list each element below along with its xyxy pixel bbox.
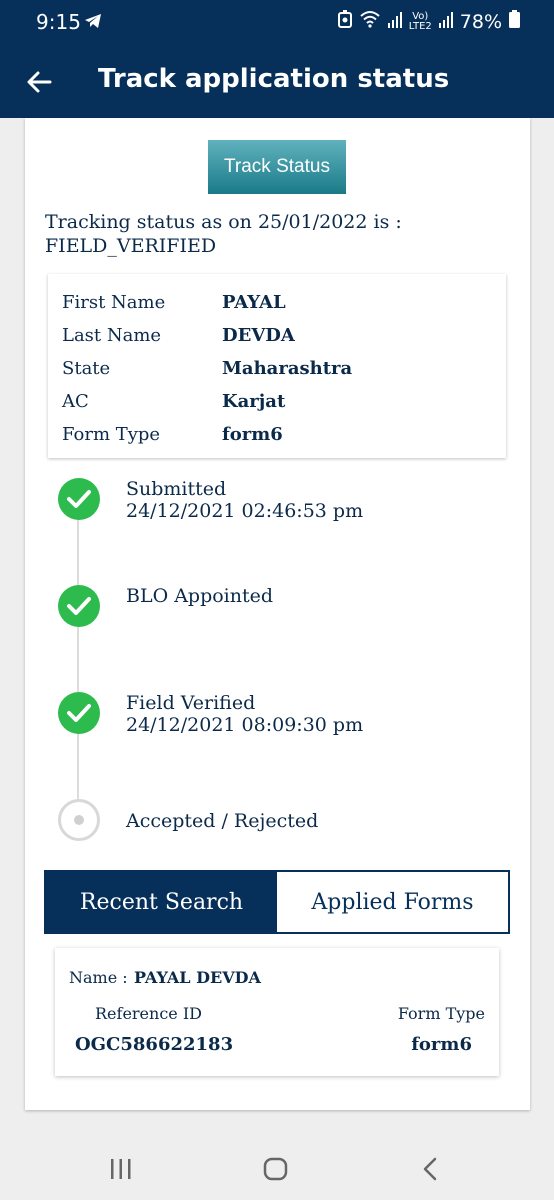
reference-id-label: Reference ID [95,1004,202,1023]
volte-top-text: Vo) [412,10,429,22]
tracking-status-line: Tracking status as on 25/01/2022 is : [45,211,402,233]
timeline-title: Field Verified [126,692,256,714]
tab-applied-forms[interactable]: Applied Forms [277,872,508,932]
timeline-text: Field Verified 24/12/2021 08:09:30 pm [126,692,363,736]
system-nav-bar [0,1136,554,1200]
battery-percent: 78% [459,10,502,33]
back-icon[interactable] [416,1154,446,1184]
alarm-icon [337,10,352,33]
status-icons: Vo) LTE2 78% [337,10,520,33]
telegram-icon [84,13,102,33]
detail-label: State [62,358,111,379]
name-label: Name : [69,968,128,987]
status-timeline: Submitted 24/12/2021 02:46:53 pm BLO App… [25,458,530,858]
top-bar: 9:15 Vo) LTE2 78% Track application stat… [0,0,554,118]
timeline-timestamp: 24/12/2021 08:09:30 pm [126,714,364,736]
pending-circle-icon [58,799,100,841]
timeline-text: BLO Appointed [126,585,273,607]
signal-icon [387,11,402,33]
form-type-label: Form Type [397,1004,485,1023]
tab-recent-search[interactable]: Recent Search [46,872,277,932]
main-card: Track Status Tracking status as on 25/01… [25,118,530,1110]
status-bar: 9:15 Vo) LTE2 78% [0,0,554,44]
page-title: Track application status [98,64,450,94]
timeline-connector [77,498,79,816]
timeline-text: Submitted 24/12/2021 02:46:53 pm [126,478,363,522]
detail-label: AC [62,391,89,412]
recents-icon[interactable] [106,1154,136,1184]
form-type-value: form6 [411,1034,472,1055]
detail-value: PAYAL [222,292,286,313]
home-icon[interactable] [261,1154,291,1184]
detail-row: First Name PAYAL [48,286,506,319]
detail-row: Form Type form6 [48,418,506,451]
tracking-status-value: FIELD_VERIFIED [45,235,217,257]
timeline-title: Submitted [126,478,227,500]
search-tabs: Recent Search Applied Forms [44,870,510,934]
volte-bottom-text: LTE2 [408,20,432,32]
recent-search-card[interactable]: Name : PAYAL DEVDA Reference ID OGC58662… [55,948,499,1076]
name-value: PAYAL DEVDA [134,968,261,987]
detail-value: Karjat [222,391,286,412]
check-circle-icon [58,692,100,734]
check-circle-icon [58,585,100,627]
detail-label: Form Type [62,424,161,445]
detail-value: Maharashtra [222,358,353,379]
detail-value: form6 [222,424,283,445]
battery-icon [509,10,520,33]
check-circle-icon [58,478,100,520]
timeline-text: Accepted / Rejected [126,810,318,832]
detail-row: AC Karjat [48,385,506,418]
detail-row: Last Name DEVDA [48,319,506,352]
detail-value: DEVDA [222,325,295,346]
timeline-title: BLO Appointed [126,585,274,607]
arrow-left-icon[interactable] [24,66,56,98]
timeline-title: Accepted / Rejected [126,810,319,832]
track-status-button[interactable]: Track Status [208,140,346,194]
detail-row: State Maharashtra [48,352,506,385]
detail-label: First Name [62,292,166,313]
signal-icon-2 [438,11,453,33]
timeline-timestamp: 24/12/2021 02:46:53 pm [126,500,364,522]
status-time: 9:15 [36,10,81,34]
applicant-details: First Name PAYAL Last Name DEVDA State M… [48,274,506,458]
volte-indicator: Vo) LTE2 [408,10,432,32]
tracking-status-text: Tracking status as on 25/01/2022 is : FI… [45,210,505,258]
detail-label: Last Name [62,325,162,346]
reference-id-value: OGC586622183 [75,1034,234,1055]
wifi-icon [359,10,381,33]
